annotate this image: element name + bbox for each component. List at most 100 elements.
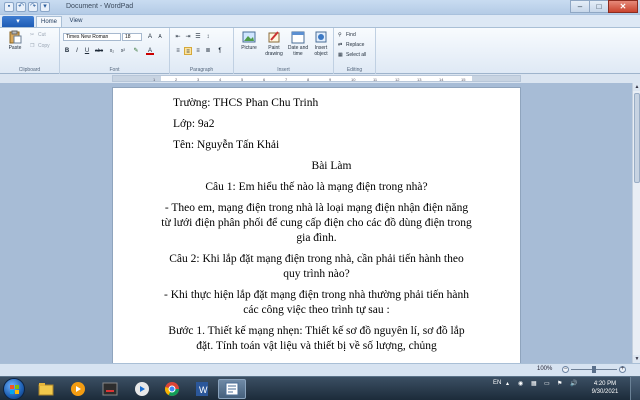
action-center-icon[interactable]: ⚑ xyxy=(557,380,562,387)
unknown-app-taskbar-icon[interactable] xyxy=(96,379,124,399)
zoom-out-icon[interactable]: − xyxy=(562,366,569,373)
superscript-button[interactable]: x² xyxy=(118,47,128,55)
customize-qat-icon[interactable]: ▾ xyxy=(40,2,50,12)
justify-icon[interactable]: ≣ xyxy=(204,47,212,55)
volume-icon[interactable]: 🔊 xyxy=(570,380,577,387)
document-paragraph[interactable]: Bài Làm xyxy=(161,159,472,174)
zoom-in-icon[interactable]: + xyxy=(619,366,626,373)
decrease-indent-icon[interactable]: ⇤ xyxy=(174,33,182,41)
save-icon[interactable]: ▪ xyxy=(4,2,14,12)
ruler-tick: 1 xyxy=(153,77,156,82)
ruler-tick: 13 xyxy=(417,77,422,82)
bullets-icon[interactable]: ☰ xyxy=(194,33,202,41)
start-button[interactable] xyxy=(3,378,25,400)
tab-view[interactable]: View xyxy=(64,16,88,27)
ruler[interactable]: 1 2 3 4 5 6 7 8 9 10 11 12 13 14 15 xyxy=(112,75,521,82)
tray-expand-icon[interactable]: ▴ xyxy=(506,380,509,387)
document-paragraph[interactable]: Câu 2: Khi lắp đặt mạng điện trong nhà, … xyxy=(161,252,472,282)
align-right-icon[interactable]: ≡ xyxy=(194,47,202,55)
window-controls: – □ ✕ xyxy=(570,0,638,13)
zoom-slider[interactable]: − + xyxy=(562,366,626,374)
quick-access-toolbar: ▪ ↶ ↷ ▾ xyxy=(4,2,50,12)
ribbon-tabs: ▾ Home View xyxy=(0,15,640,27)
date-time-button[interactable]: Date and time xyxy=(286,30,310,57)
select-all-button[interactable]: ▦ Select all xyxy=(338,51,366,58)
zoom-knob[interactable] xyxy=(592,366,596,373)
align-center-icon[interactable]: ≡ xyxy=(184,47,192,55)
vertical-scrollbar[interactable]: ▲ ▼ xyxy=(632,83,640,363)
select-all-label: Select all xyxy=(346,51,367,58)
scroll-thumb[interactable] xyxy=(634,93,640,183)
date-time-label: Date and time xyxy=(287,45,309,57)
find-button[interactable]: ⚲ Find xyxy=(338,31,356,38)
scroll-down-icon[interactable]: ▼ xyxy=(633,355,640,363)
font-size-select[interactable]: 18 xyxy=(122,33,142,41)
replace-label: Replace xyxy=(346,41,365,48)
paste-button[interactable]: Paste xyxy=(6,30,24,51)
language-indicator[interactable]: EN xyxy=(493,380,501,386)
copy-button[interactable]: ❐ Copy xyxy=(30,42,50,49)
paste-label: Paste xyxy=(8,45,22,51)
maximize-button[interactable]: □ xyxy=(589,0,609,13)
align-left-icon[interactable]: ≡ xyxy=(174,47,182,55)
chrome-taskbar-icon[interactable] xyxy=(158,379,186,399)
media-taskbar-icon[interactable] xyxy=(128,379,156,399)
file-menu-button[interactable]: ▾ xyxy=(2,16,34,27)
document-area: Trường: THCS Phan Chu Trinh Lớp: 9a2 Tên: … xyxy=(0,83,632,363)
redo-icon[interactable]: ↷ xyxy=(28,2,38,12)
explorer-taskbar-icon[interactable] xyxy=(32,379,60,399)
picture-button[interactable]: Picture xyxy=(238,30,260,51)
document-page[interactable]: Trường: THCS Phan Chu Trinh Lớp: 9a2 Tên: … xyxy=(112,87,521,363)
tab-home[interactable]: Home xyxy=(36,16,62,27)
strikethrough-button[interactable]: abc xyxy=(93,47,105,55)
line-spacing-icon[interactable]: ↕ xyxy=(204,33,212,41)
font-family-select[interactable]: Times New Roman xyxy=(63,33,121,41)
increase-indent-icon[interactable]: ⇥ xyxy=(184,33,192,41)
cut-label: Cut xyxy=(38,31,46,38)
cut-button[interactable]: ✂ Cut xyxy=(30,31,46,38)
clipboard-group-label: Clipboard xyxy=(18,67,41,73)
insert-object-button[interactable]: Insert object xyxy=(310,30,332,57)
document-paragraph[interactable]: Câu 1: Em hiểu thế nào là mạng điện tron… xyxy=(161,180,472,195)
ruler-tick: 14 xyxy=(439,77,444,82)
system-clock[interactable]: 4:20 PM 9/30/2021 xyxy=(585,380,625,396)
document-paragraph[interactable]: Trường: THCS Phan Chu Trinh xyxy=(161,96,472,111)
subscript-button[interactable]: x₂ xyxy=(107,47,117,55)
battery-icon[interactable]: ▭ xyxy=(544,380,550,387)
highlight-icon[interactable]: ✎ xyxy=(132,47,140,55)
document-paragraph[interactable]: Bước 1. Thiết kế mạng nhẹn: Thiết kế sơ … xyxy=(161,324,472,354)
shrink-font-icon[interactable]: A xyxy=(156,33,164,41)
text-color-icon[interactable]: A xyxy=(146,47,154,55)
media-player-taskbar-icon[interactable] xyxy=(64,379,92,399)
close-button[interactable]: ✕ xyxy=(608,0,638,13)
clipboard-group: Paste ✂ Cut ❐ Copy Clipboard xyxy=(0,28,60,74)
tray-app-icon[interactable]: ◉ xyxy=(518,380,523,387)
document-paragraph[interactable]: - Theo em, mạng điện trong nhà là loại m… xyxy=(161,201,472,246)
ruler-tick: 7 xyxy=(285,77,288,82)
word-taskbar-icon[interactable]: W xyxy=(188,379,216,399)
undo-icon[interactable]: ↶ xyxy=(16,2,26,12)
replace-button[interactable]: ⇄ Replace xyxy=(338,41,364,48)
ruler-tick: 2 xyxy=(175,77,178,82)
document-paragraph[interactable]: Lớp: 9a2 xyxy=(161,117,472,132)
replace-icon: ⇄ xyxy=(338,41,343,48)
minimize-button[interactable]: – xyxy=(570,0,590,13)
ribbon: Paste ✂ Cut ❐ Copy Clipboard Times New R… xyxy=(0,27,640,74)
bold-button[interactable]: B xyxy=(63,47,71,55)
wordpad-taskbar-icon[interactable] xyxy=(218,379,246,399)
editing-group-label: Editing xyxy=(346,67,363,73)
document-paragraph[interactable]: - Khi thực hiện lắp đặt mạng điện trong … xyxy=(161,288,472,318)
grow-font-icon[interactable]: A xyxy=(146,33,154,41)
document-text[interactable]: Trường: THCS Phan Chu Trinh Lớp: 9a2 Tên: … xyxy=(161,96,472,360)
show-desktop-button[interactable] xyxy=(630,377,640,400)
scroll-up-icon[interactable]: ▲ xyxy=(633,83,640,91)
ruler-tick: 3 xyxy=(197,77,200,82)
paint-drawing-button[interactable]: Paint drawing xyxy=(262,30,286,57)
network-icon[interactable]: ▦ xyxy=(531,380,537,387)
paragraph-settings-icon[interactable]: ¶ xyxy=(216,47,224,55)
underline-button[interactable]: U xyxy=(83,47,91,55)
font-group-label: Font xyxy=(109,67,120,73)
document-paragraph[interactable]: Tên: Nguyễn Tấn Khải xyxy=(161,138,472,153)
italic-button[interactable]: I xyxy=(73,47,81,55)
ruler-tick: 6 xyxy=(263,77,266,82)
